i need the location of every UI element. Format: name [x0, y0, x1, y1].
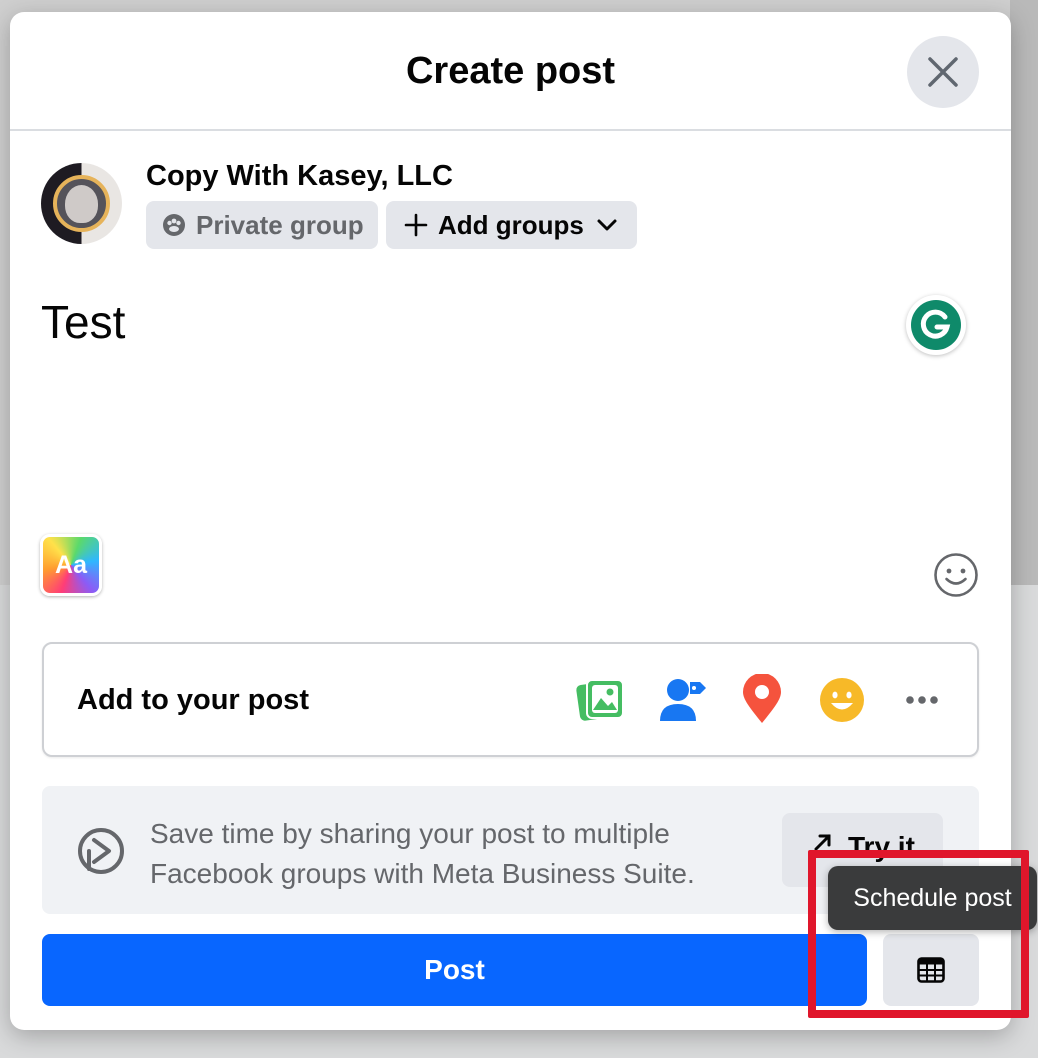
external-link-icon	[812, 831, 834, 853]
meta-business-suite-icon	[78, 828, 124, 874]
photo-video-icon[interactable]	[575, 674, 627, 726]
post-button-label: Post	[424, 954, 485, 985]
text-style-icon: Aa	[55, 550, 87, 579]
add-to-post-label: Add to your post	[77, 684, 309, 716]
add-to-post-bar: Add to your post	[42, 642, 979, 757]
check-in-icon[interactable]	[736, 674, 788, 726]
close-button[interactable]	[907, 36, 979, 108]
chevron-down-icon	[596, 214, 618, 236]
schedule-post-tooltip: Schedule post	[828, 866, 1037, 930]
dialog-title: Create post	[405, 50, 616, 92]
feeling-icon[interactable]	[816, 674, 868, 726]
text-background-button[interactable]: Aa	[40, 534, 102, 596]
schedule-post-button[interactable]	[883, 934, 979, 1006]
background-page-edge	[1010, 0, 1038, 585]
author-name: Copy With Kasey, LLC	[146, 160, 453, 192]
promo-text: Save time by sharing your post to multip…	[150, 818, 695, 889]
dialog-header: Create post	[10, 12, 1011, 131]
grammarly-button[interactable]	[906, 295, 966, 355]
grammarly-icon	[911, 300, 961, 350]
plus-icon	[404, 213, 428, 237]
avatar[interactable]	[41, 163, 122, 244]
add-groups-button[interactable]: Add groups	[386, 201, 637, 249]
tag-people-icon[interactable]	[656, 674, 708, 726]
try-it-label: Try it	[848, 831, 915, 862]
group-icon	[162, 213, 186, 237]
calendar-icon	[917, 957, 945, 983]
more-icon[interactable]	[896, 674, 948, 726]
emoji-icon[interactable]	[933, 552, 979, 598]
post-text-input[interactable]: Test	[41, 295, 125, 349]
close-icon	[928, 57, 958, 87]
audience-selector[interactable]: Private group	[146, 201, 378, 249]
add-groups-label: Add groups	[438, 209, 584, 240]
audience-label: Private group	[196, 209, 364, 240]
post-button[interactable]: Post	[42, 934, 867, 1006]
